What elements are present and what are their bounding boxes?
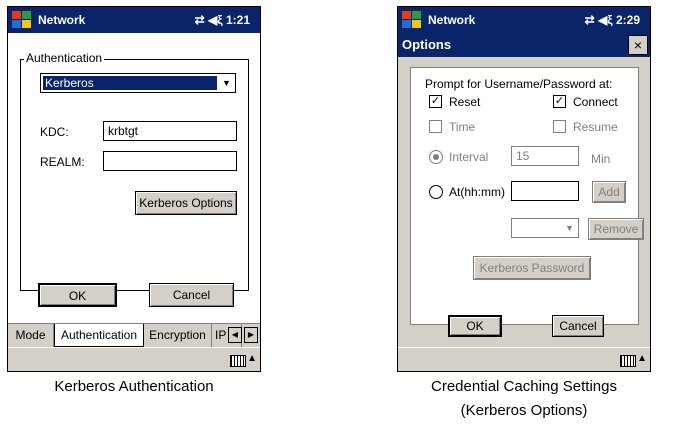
tab-scroll-left-icon[interactable]: ◀ — [228, 327, 242, 343]
dialog-client: Prompt for Username/Password at: ✓ Reset… — [398, 57, 650, 347]
auth-method-value: Kerberos — [43, 76, 217, 90]
interval-label: Interval — [449, 150, 489, 164]
ok-button[interactable]: OK — [448, 315, 502, 337]
interval-unit-label: Min — [591, 152, 611, 166]
title-bar: Network ⇄ ◀ξ 2:29 — [398, 7, 650, 33]
realm-field[interactable] — [103, 151, 237, 171]
tab-authentication[interactable]: Authentication — [54, 324, 144, 347]
auth-method-dropdown[interactable]: Kerberos ▼ — [40, 73, 236, 93]
time-checkbox[interactable] — [429, 120, 442, 133]
right-caption-line2: (Kerberos Options) — [460, 402, 588, 419]
title-bar: Network ⇄ ◀ξ 1:21 — [8, 7, 260, 33]
connect-checkbox[interactable]: ✓ — [553, 95, 566, 108]
dropdown-arrow-icon[interactable]: ▼ — [561, 219, 578, 237]
tab-mode[interactable]: Mode — [8, 324, 54, 347]
window-title: Network — [38, 13, 86, 27]
tab-strip: Mode Authentication Encryption IP Co ◀ ▶ — [8, 323, 260, 347]
menu-bar: ▲ — [8, 347, 260, 371]
interval-radio[interactable] — [429, 150, 443, 164]
resume-label: Resume — [573, 120, 618, 134]
dialog-title: Options — [398, 33, 650, 57]
kdc-label: KDC: — [40, 125, 69, 139]
ok-button[interactable]: OK — [38, 283, 117, 307]
menu-bar: ▲ — [398, 347, 650, 371]
tab-scroll-right-icon[interactable]: ▶ — [244, 327, 258, 343]
authentication-group-label: Authentication — [24, 51, 105, 65]
kerberos-auth-screen: Network ⇄ ◀ξ 1:21 Authentication Kerbero… — [7, 6, 261, 372]
status-area[interactable]: ⇄ ◀ξ 2:29 — [585, 13, 640, 27]
kerberos-password-button[interactable]: Kerberos Password — [473, 256, 591, 280]
at-time-radio[interactable] — [429, 185, 443, 199]
start-menu-icon[interactable] — [11, 10, 33, 30]
status-area[interactable]: ⇄ ◀ξ 1:21 — [195, 13, 250, 27]
at-time-label: At(hh:mm) — [449, 185, 506, 199]
volume-icon[interactable]: ◀ξ — [208, 13, 223, 27]
authentication-group — [20, 59, 249, 291]
tab-encryption[interactable]: Encryption — [144, 324, 212, 347]
kdc-field[interactable]: krbtgt — [103, 121, 237, 141]
cancel-button[interactable]: Cancel — [149, 283, 234, 307]
clock[interactable]: 2:29 — [616, 13, 640, 27]
interval-field[interactable]: 15 — [511, 146, 579, 166]
kerberos-options-button[interactable]: Kerberos Options — [135, 191, 237, 215]
volume-icon[interactable]: ◀ξ — [598, 13, 613, 27]
remove-button[interactable]: Remove — [588, 218, 644, 240]
connectivity-icon[interactable]: ⇄ — [195, 13, 205, 27]
input-panel-arrow-icon[interactable]: ▲ — [247, 353, 257, 364]
reset-checkbox[interactable]: ✓ — [429, 95, 442, 108]
kerberos-options-screen: Network ⇄ ◀ξ 2:29 Options × Prompt for U… — [397, 6, 651, 372]
connectivity-icon[interactable]: ⇄ — [585, 13, 595, 27]
at-time-field[interactable] — [511, 181, 579, 201]
keyboard-icon[interactable] — [620, 355, 636, 367]
window-title: Network — [428, 13, 476, 27]
clock[interactable]: 1:21 — [226, 13, 250, 27]
client-area: Authentication Kerberos ▼ KDC: krbtgt RE… — [8, 33, 260, 371]
add-button[interactable]: Add — [592, 181, 626, 203]
resume-checkbox[interactable] — [553, 120, 566, 133]
left-caption: Kerberos Authentication — [54, 378, 214, 395]
cancel-button[interactable]: Cancel — [552, 315, 604, 337]
close-icon[interactable]: × — [628, 35, 648, 55]
time-list-dropdown[interactable]: ▼ — [511, 218, 579, 238]
connect-label: Connect — [573, 95, 618, 109]
reset-label: Reset — [449, 95, 481, 109]
start-menu-icon[interactable] — [401, 10, 423, 30]
prompt-label: Prompt for Username/Password at: — [425, 77, 613, 91]
right-caption-line1: Credential Caching Settings — [431, 378, 617, 395]
realm-label: REALM: — [40, 155, 85, 169]
options-panel: Prompt for Username/Password at: ✓ Reset… — [410, 67, 644, 325]
time-label: Time — [449, 120, 476, 134]
dropdown-arrow-icon[interactable]: ▼ — [218, 74, 235, 92]
input-panel-arrow-icon[interactable]: ▲ — [637, 353, 647, 364]
keyboard-icon[interactable] — [230, 355, 246, 367]
